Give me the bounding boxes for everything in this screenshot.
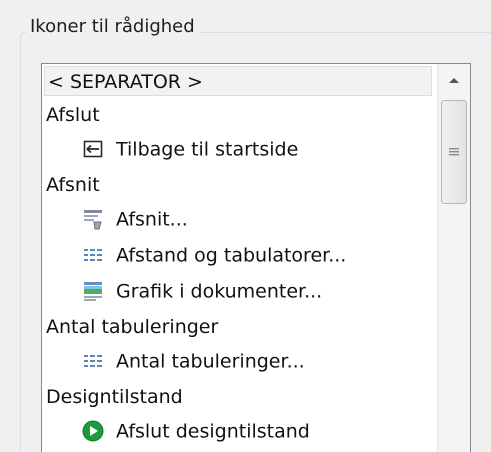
category-designtilstand: Designtilstand <box>42 380 183 414</box>
icons-panel: Ikoner til rådighed < SEPARATOR > Afslut… <box>0 0 491 452</box>
dotted-grid-icon <box>82 349 104 371</box>
category-antal-tabuleringer: Antal tabuleringer <box>42 310 218 344</box>
category-label: Antal tabuleringer <box>46 316 219 338</box>
list-item-afsnit[interactable]: Afsnit... <box>42 202 188 236</box>
available-icons-list[interactable]: < SEPARATOR > Afslut Tilbage til startsi… <box>41 63 471 452</box>
scroll-up-button[interactable] <box>440 66 468 94</box>
return-arrow-icon <box>82 137 104 159</box>
picture-in-document-icon <box>82 279 104 301</box>
list-item-label: Afsnit... <box>116 208 188 231</box>
vertical-scrollbar[interactable] <box>437 64 470 452</box>
scroll-thumb[interactable] <box>441 100 467 204</box>
list-item-label: Afstand og tabulatorer... <box>116 244 347 267</box>
list-item-label: Antal tabuleringer... <box>116 350 305 373</box>
grip-icon <box>449 148 459 156</box>
list-item-antal-tabuleringer[interactable]: Antal tabuleringer... <box>42 344 305 378</box>
category-afslut: Afslut <box>42 98 100 132</box>
list-item-tilbage-til-startside[interactable]: Tilbage til startside <box>42 132 298 166</box>
list-item-afslut-designtilstand[interactable]: Afslut designtilstand <box>42 414 310 448</box>
category-afsnit: Afsnit <box>42 168 100 202</box>
list-item-separator[interactable]: < SEPARATOR > <box>44 66 432 96</box>
paragraph-format-icon <box>82 207 104 229</box>
dotted-grid-icon <box>82 243 104 265</box>
list-item-label: Afslut designtilstand <box>116 420 310 443</box>
green-play-circle-icon <box>82 419 104 441</box>
list-item-label: Grafik i dokumenter... <box>116 280 323 303</box>
group-title: Ikoner til rådighed <box>26 16 199 37</box>
chevron-up-icon <box>449 78 459 83</box>
category-label: Designtilstand <box>46 386 183 408</box>
list-item-grafik-i-dokumenter[interactable]: Grafik i dokumenter... <box>42 274 322 308</box>
list-item-label: < SEPARATOR > <box>48 71 203 93</box>
list-item-label: Tilbage til startside <box>116 138 299 161</box>
category-label: Afslut <box>46 104 100 126</box>
list-item-afstand-og-tabulatorer[interactable]: Afstand og tabulatorer... <box>42 238 346 272</box>
category-label: Afsnit <box>46 174 100 196</box>
